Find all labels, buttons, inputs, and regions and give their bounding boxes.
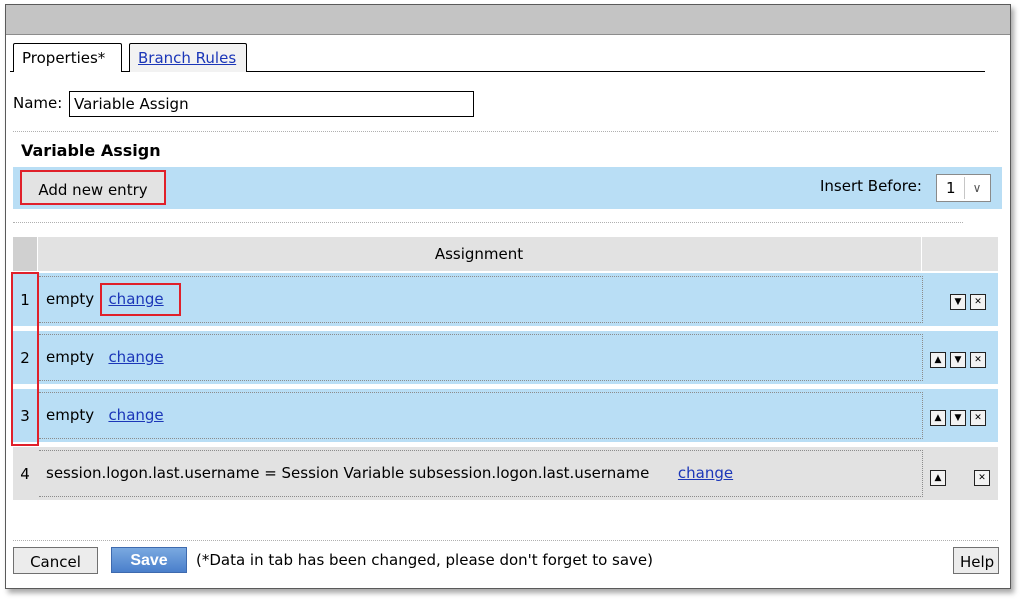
help-button[interactable]: Help: [953, 547, 999, 574]
delete-icon[interactable]: ✕: [970, 410, 986, 426]
separator-mid: [13, 222, 963, 223]
row-actions: ▲ ✕: [922, 450, 998, 497]
row-number: 4: [20, 465, 30, 483]
row-numbers-highlight: [11, 272, 39, 446]
assignment-cell: empty change: [39, 334, 921, 381]
save-button[interactable]: Save: [111, 547, 187, 573]
tab-branch-rules-label: Branch Rules: [138, 49, 237, 67]
table-row: 3 empty change ▲ ▼ ✕: [13, 389, 998, 442]
assignment-text: empty: [46, 348, 95, 366]
insert-before-value: 1: [946, 179, 956, 197]
assignment-cell: empty change: [39, 392, 921, 439]
change-link[interactable]: change: [108, 406, 163, 424]
index-column-header: [13, 237, 37, 271]
delete-icon[interactable]: ✕: [970, 294, 986, 310]
separator-bottom: [13, 540, 998, 541]
move-up-icon[interactable]: ▲: [930, 470, 946, 486]
delete-icon[interactable]: ✕: [974, 470, 990, 486]
change-link-highlight: [100, 283, 181, 316]
move-down-icon[interactable]: ▼: [950, 294, 966, 310]
separator-top: [13, 131, 998, 132]
insert-before-select[interactable]: 1 ∨: [936, 174, 991, 202]
tab-branch-rules[interactable]: Branch Rules: [129, 43, 247, 72]
move-down-icon[interactable]: ▼: [950, 352, 966, 368]
panel-titlebar: [6, 5, 1010, 35]
row-actions: ▲ ▼ ✕: [922, 334, 998, 381]
change-link[interactable]: change: [108, 348, 163, 366]
cancel-button[interactable]: Cancel: [13, 547, 98, 574]
insert-before-label: Insert Before:: [820, 177, 922, 195]
assignment-text: empty: [46, 290, 95, 308]
tab-properties-label: Properties*: [22, 49, 106, 67]
active-tab-gap: [17, 70, 121, 71]
change-link[interactable]: change: [678, 464, 733, 482]
name-label: Name:: [13, 94, 63, 112]
move-down-icon[interactable]: ▼: [950, 410, 966, 426]
assignment-column-header: Assignment: [434, 245, 524, 263]
delete-icon[interactable]: ✕: [970, 352, 986, 368]
table-row: 4 session.logon.last.username = Session …: [13, 447, 998, 500]
table-row: 2 empty change ▲ ▼ ✕: [13, 331, 998, 384]
name-input[interactable]: [69, 91, 474, 117]
assignment-text: empty: [46, 406, 95, 424]
row-actions: ▲ ▼ ✕: [922, 392, 998, 439]
move-up-icon[interactable]: ▲: [930, 352, 946, 368]
move-up-icon[interactable]: ▲: [930, 410, 946, 426]
header-divider-right: [921, 237, 922, 271]
row-actions: ▼ ✕: [922, 276, 998, 323]
assignment-text: session.logon.last.username = Session Va…: [46, 464, 650, 482]
assignment-cell: session.logon.last.username = Session Va…: [39, 450, 921, 497]
unsaved-changes-notice: (*Data in tab has been changed, please d…: [196, 551, 653, 569]
assignment-table-header: Assignment: [13, 237, 998, 271]
section-title: Variable Assign: [21, 141, 161, 160]
chevron-down-icon[interactable]: ∨: [964, 177, 989, 199]
add-new-entry-button[interactable]: Add new entry: [20, 170, 166, 205]
tab-properties[interactable]: Properties*: [13, 43, 122, 72]
